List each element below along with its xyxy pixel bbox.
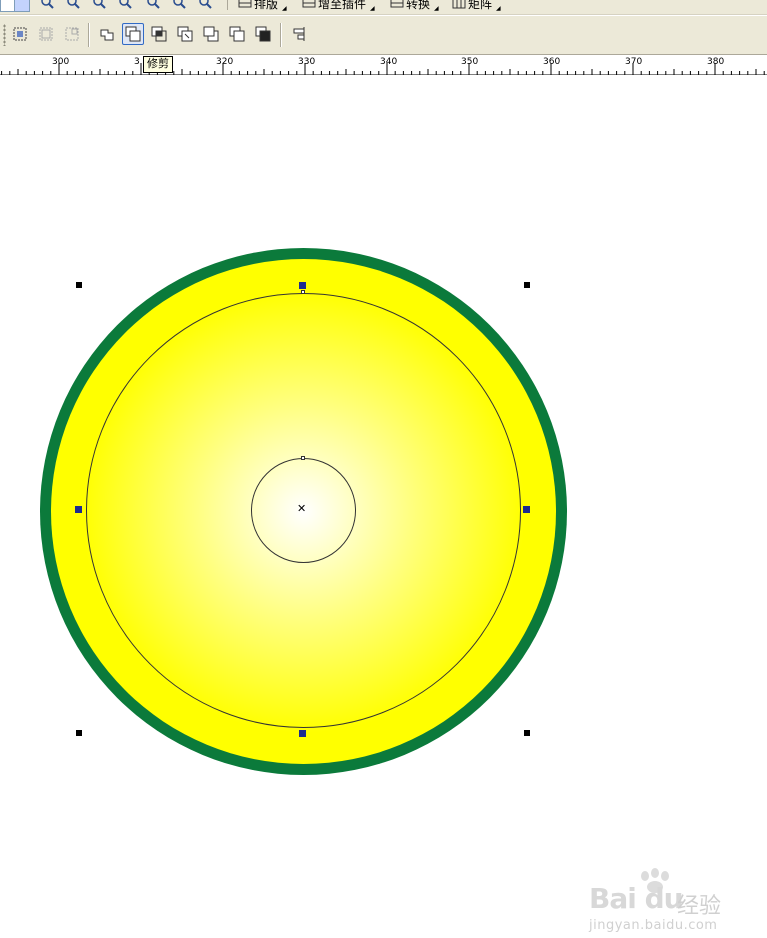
baidu-watermark: Bai du 经验 jingyan.baidu.com bbox=[585, 868, 755, 938]
dropdown-arrow-icon: ◢ bbox=[434, 4, 439, 12]
selection-handle-bottom-right[interactable] bbox=[524, 730, 530, 736]
selection-handle-top-right[interactable] bbox=[524, 282, 530, 288]
dropdown-arrow-icon: ◢ bbox=[370, 4, 375, 12]
ruler-label: 330 bbox=[298, 57, 316, 67]
front-minus-back-icon bbox=[203, 26, 219, 42]
front-minus-back-button[interactable] bbox=[200, 23, 222, 45]
arrange-icon bbox=[238, 0, 252, 10]
toolbar-separator bbox=[88, 23, 90, 47]
toolbar-separator bbox=[227, 0, 228, 10]
zoom-page-icon[interactable] bbox=[146, 0, 160, 12]
zoom-level-dropdown[interactable] bbox=[0, 0, 30, 12]
ruler-label: 350 bbox=[461, 57, 479, 67]
toolbar-grip[interactable] bbox=[3, 24, 6, 46]
selection-handle-top[interactable] bbox=[299, 282, 306, 289]
back-minus-front-icon bbox=[229, 26, 245, 42]
convert-icon bbox=[390, 0, 404, 10]
menu-item-plugins[interactable]: 增至插件 ◢ bbox=[302, 0, 375, 12]
zoom-height-icon[interactable] bbox=[198, 0, 212, 12]
ruler-label: 320 bbox=[216, 57, 234, 67]
zoom-width-icon[interactable] bbox=[172, 0, 186, 12]
ruler-label: 370 bbox=[625, 57, 643, 67]
menu-item-label: 矩阵 bbox=[468, 0, 493, 11]
path-node[interactable] bbox=[301, 290, 305, 294]
dropdown-arrow-icon: ◢ bbox=[282, 4, 287, 12]
center-marker-icon[interactable]: ✕ bbox=[297, 503, 306, 514]
menu-item-label: 转换 bbox=[406, 0, 431, 11]
menu-item-arrange[interactable]: 排版 ◢ bbox=[238, 0, 287, 12]
drawing-canvas[interactable]: ✕ Bai du 经验 jingyan.baidu.com bbox=[0, 76, 767, 933]
shaping-toolbar bbox=[0, 15, 767, 55]
menu-item-label: 增至插件 bbox=[318, 0, 367, 11]
ungroup-button[interactable] bbox=[35, 23, 57, 45]
plugin-icon bbox=[302, 0, 316, 10]
group-button[interactable] bbox=[9, 23, 31, 45]
create-boundary-button[interactable] bbox=[252, 23, 274, 45]
align-distribute-button[interactable] bbox=[288, 23, 310, 45]
boundary-icon bbox=[255, 26, 271, 42]
selection-handle-right[interactable] bbox=[523, 506, 530, 513]
ruler-label: 340 bbox=[380, 57, 398, 67]
zoom-all-icon[interactable] bbox=[118, 0, 132, 12]
matrix-icon bbox=[452, 0, 466, 10]
ungroup-all-button[interactable] bbox=[61, 23, 83, 45]
watermark-cn-text: 经验 bbox=[677, 894, 722, 919]
back-minus-front-button[interactable] bbox=[226, 23, 248, 45]
menu-item-label: 排版 bbox=[254, 0, 279, 11]
zoom-out-icon[interactable] bbox=[66, 0, 80, 12]
selection-handle-bottom[interactable] bbox=[299, 730, 306, 737]
zoom-in-icon[interactable] bbox=[40, 0, 54, 12]
watermark-logo-text: Bai du bbox=[589, 882, 684, 915]
weld-button[interactable] bbox=[96, 23, 118, 45]
selection-handle-top-left[interactable] bbox=[76, 282, 82, 288]
group-icon bbox=[13, 27, 27, 41]
trim-button[interactable] bbox=[122, 23, 144, 45]
dropdown-arrow-icon: ◢ bbox=[496, 4, 501, 12]
chevron-down-icon[interactable] bbox=[14, 0, 29, 11]
path-node[interactable] bbox=[301, 456, 305, 460]
horizontal-ruler[interactable]: 300 3 320 330 340 350 360 370 380 bbox=[0, 55, 767, 75]
selection-handle-bottom-left[interactable] bbox=[76, 730, 82, 736]
trim-tooltip: 修剪 bbox=[143, 56, 173, 73]
simplify-icon bbox=[177, 26, 193, 42]
simplify-button[interactable] bbox=[174, 23, 196, 45]
ungroup-icon bbox=[39, 27, 53, 41]
menu-toolbar: 排版 ◢ 增至插件 ◢ 转换 ◢ 矩阵 ◢ bbox=[0, 0, 767, 15]
ruler-label: 380 bbox=[707, 57, 725, 67]
toolbar-separator bbox=[280, 23, 282, 47]
ruler-label: 300 bbox=[52, 57, 70, 67]
selection-handle-left[interactable] bbox=[75, 506, 82, 513]
ruler-label: 360 bbox=[543, 57, 561, 67]
trim-icon bbox=[125, 26, 141, 42]
intersect-button[interactable] bbox=[148, 23, 170, 45]
menu-item-convert[interactable]: 转换 ◢ bbox=[390, 0, 439, 12]
intersect-icon bbox=[151, 26, 167, 42]
align-icon bbox=[293, 27, 305, 41]
menu-item-matrix[interactable]: 矩阵 ◢ bbox=[452, 0, 501, 12]
weld-icon bbox=[100, 29, 114, 41]
ungroup-all-icon bbox=[65, 27, 79, 41]
ruler-label: 3 bbox=[134, 57, 140, 67]
watermark-url: jingyan.baidu.com bbox=[589, 918, 718, 933]
zoom-selected-icon[interactable] bbox=[92, 0, 106, 12]
